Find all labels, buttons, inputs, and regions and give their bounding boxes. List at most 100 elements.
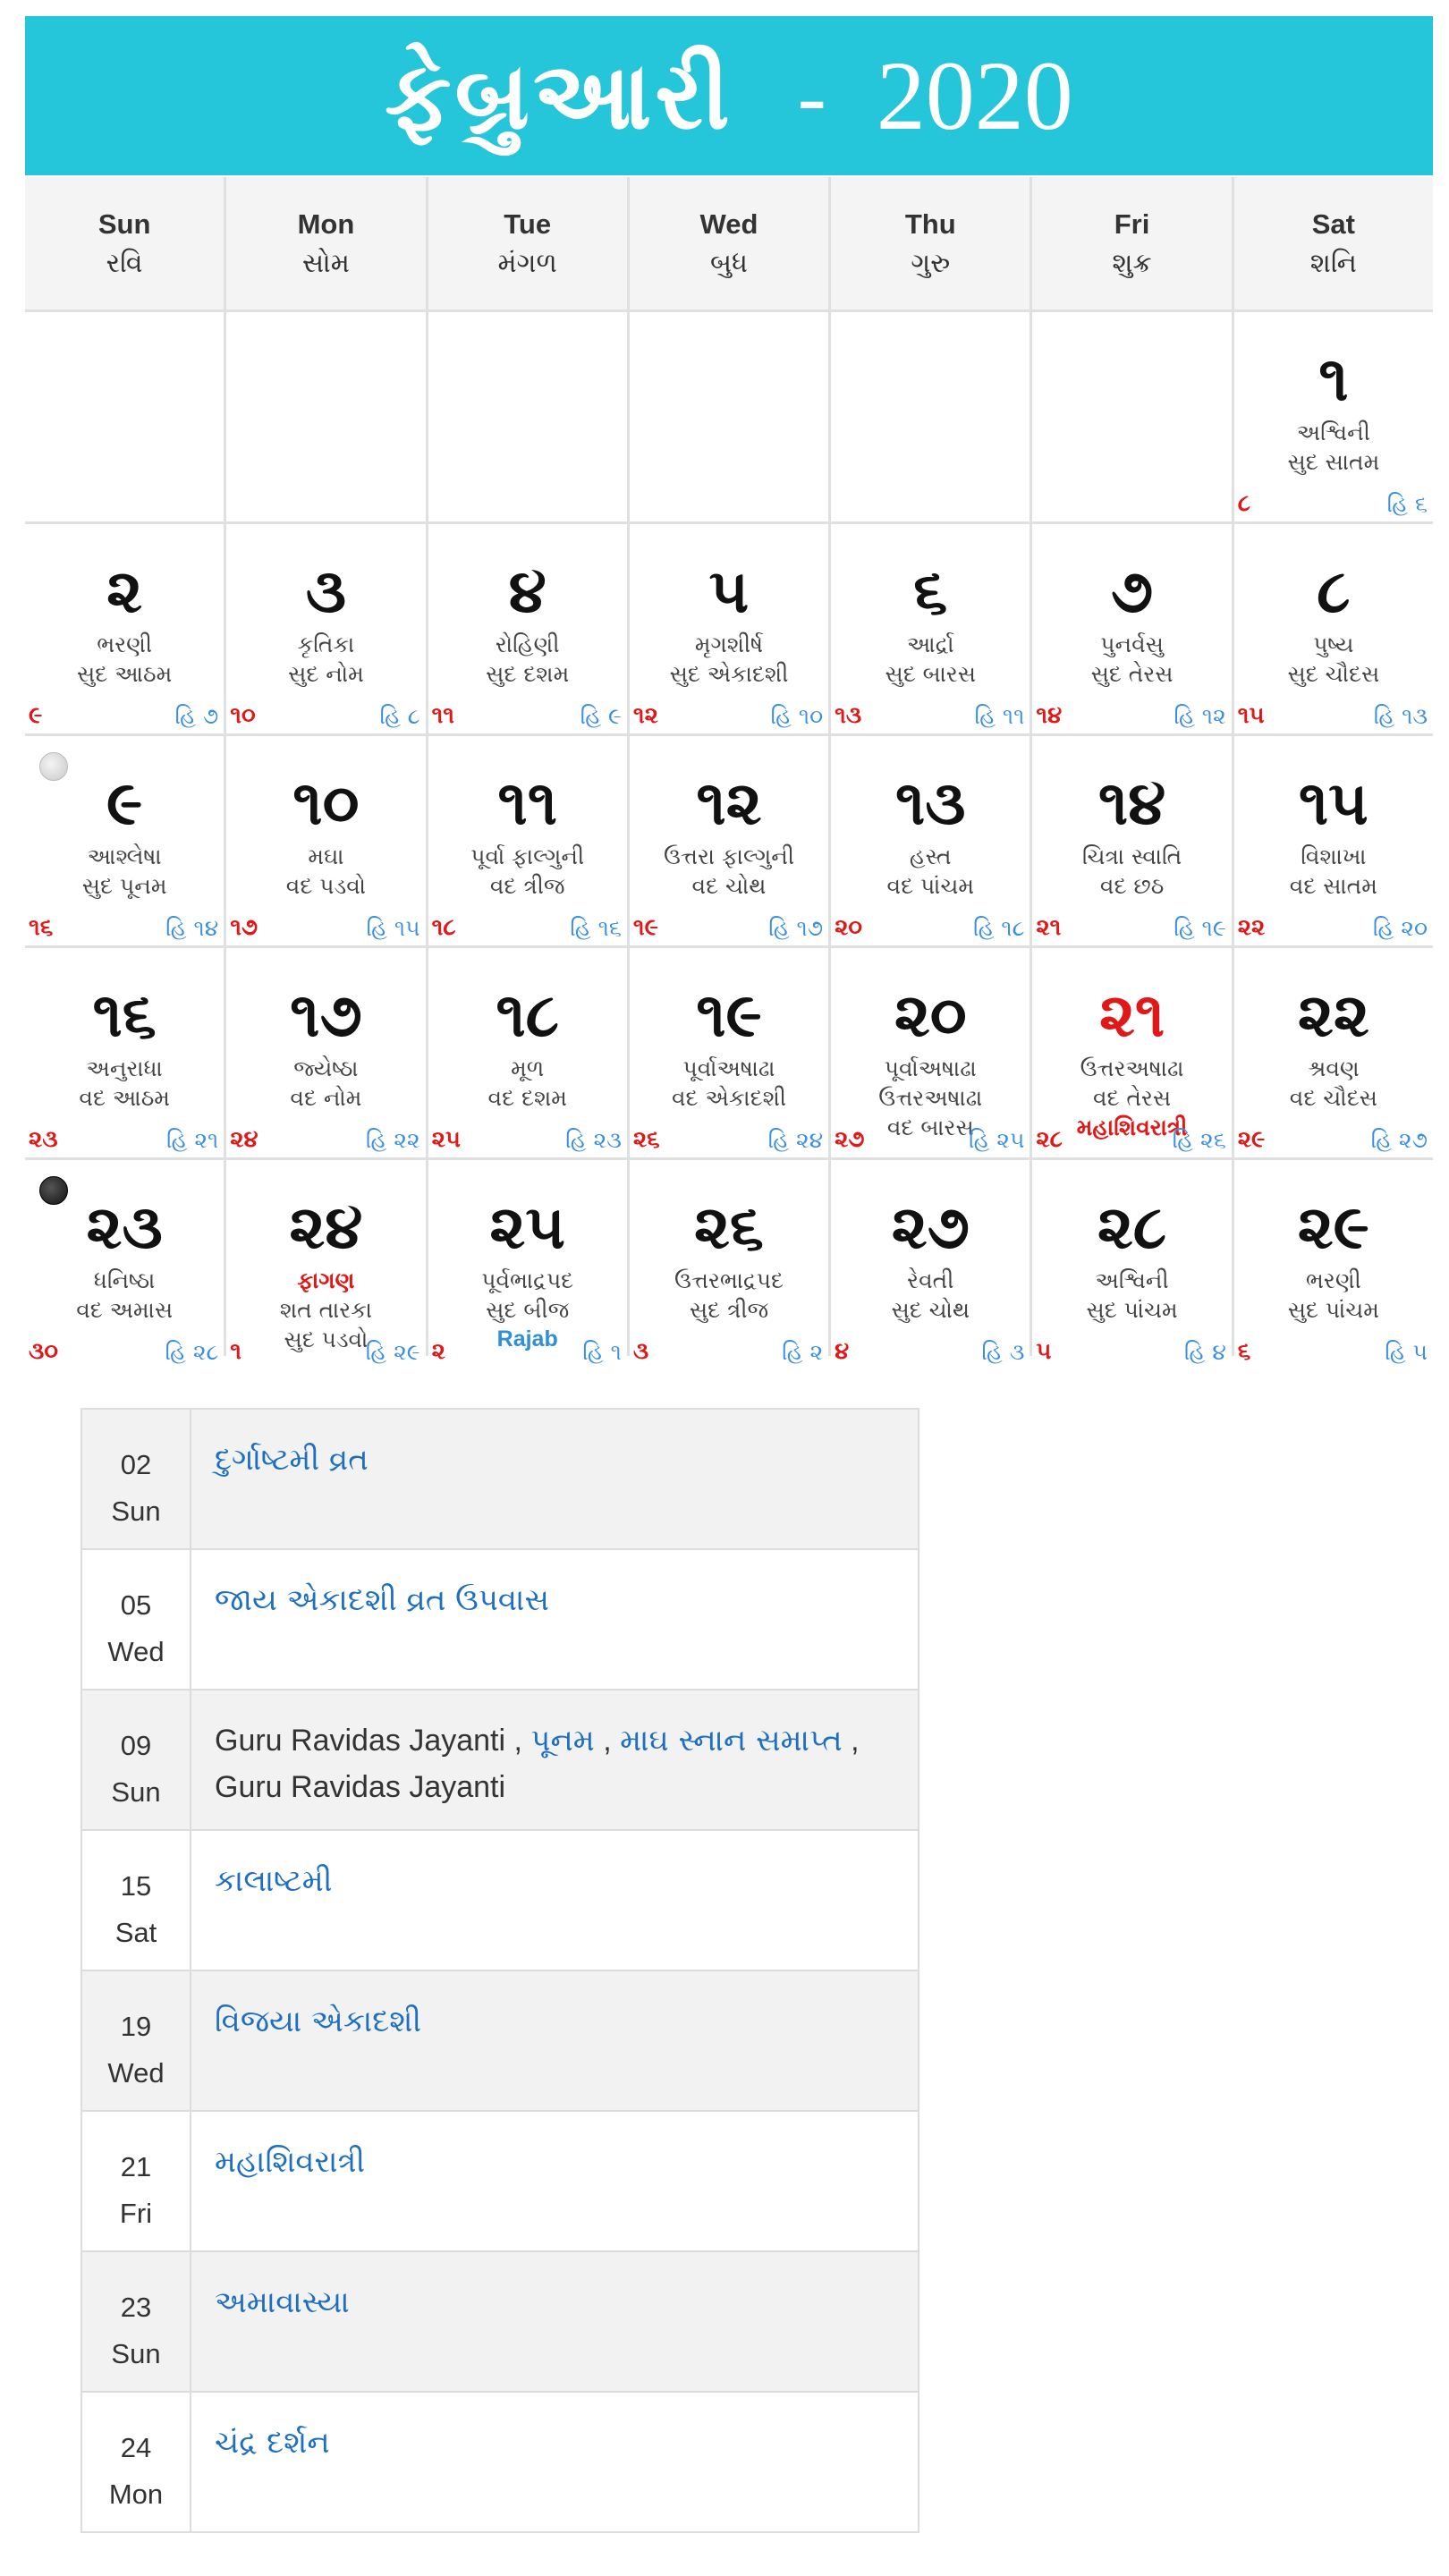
day-cell[interactable]: ૨૭ રેવતી સુદ ચોથ ૪ હિ ૩	[831, 1160, 1030, 1369]
day-cell[interactable]: ૧૩ હસ્ત વદ પાંચમ ૨૦ હિ ૧૮	[831, 736, 1030, 945]
month-title: ફેબ્રુઆરી	[385, 40, 733, 150]
day-detail-line: ચિત્રા સ્વાતિ	[1081, 843, 1182, 869]
event-description: અમાવાસ્યા	[191, 2252, 918, 2391]
weekday-header-wed: Wed બુધ	[629, 177, 829, 309]
day-cell[interactable]: ૨૫ પૂર્વભાદ્રપદ સુદ બીજ Rajab ૨ હિ ૧	[428, 1160, 627, 1369]
tithi-day-number: ૨૬	[632, 1126, 660, 1153]
event-link[interactable]: જાય એકાદશી વ્રત ઉપવાસ	[215, 1582, 549, 1618]
hijri-day-number: હિ ૩	[981, 1339, 1025, 1365]
event-row: 15 Sat કાલાષ્ટમી	[82, 1831, 918, 1971]
day-detail-line: અશ્વિની	[1095, 1267, 1169, 1293]
event-link[interactable]: માઘ સ્નાન સમાપ્ત	[620, 1723, 843, 1758]
day-cell[interactable]: ૧૦ મઘા વદ પડવો ૧૭ હિ ૧૫	[226, 736, 426, 945]
day-cell[interactable]: ૨૧ ઉત્તરઅષાઢા વદ તેરસ મહાશિવરાત્રી ૨૮ હિ ૨૬	[1032, 948, 1232, 1157]
day-detail-line: વિશાખા	[1301, 843, 1367, 869]
weekday-header-sat: Sat શનિ	[1233, 177, 1433, 309]
tithi-day-number: ૨૧	[1036, 914, 1062, 941]
day-detail-line: વદ છઠ	[1099, 873, 1165, 899]
day-detail-line: સુદ એકાદશી	[669, 661, 789, 687]
hijri-day-number: હિ ૨૯	[365, 1339, 420, 1365]
day-cell[interactable]: ૫ મૃગશીર્ષ સુદ એકાદશી ૧૨ હિ ૧૦	[629, 524, 829, 733]
day-cell[interactable]: ૩ કૃતિકા સુદ નોમ ૧૦ હિ ૮	[226, 524, 426, 733]
day-cell[interactable]: ૨ ભરણી સુદ આઠમ ૯ હિ ૭	[25, 524, 225, 733]
calendar-title-bar: ફેબ્રુઆરી - 2020	[25, 16, 1433, 175]
day-cell[interactable]: ૧ અશ્વિની સુદ સાતમ ૮ હિ ૬	[1233, 312, 1433, 521]
day-details: ધનિષ્ઠા વદ અમાસ	[25, 1266, 224, 1325]
hijri-day-number: હિ ૧૩	[1373, 703, 1428, 729]
day-cell[interactable]: ૧૨ ઉત્તરા ફાલ્ગુની વદ ચોથ ૧૯ હિ ૧૭	[629, 736, 829, 945]
tithi-day-number: ૨૨	[1237, 914, 1266, 941]
day-cell[interactable]: ૨૦ પૂર્વાઅષાઢા ઉત્તરઅષાઢા વદ બારસ ૨૭ હિ ૨૫	[831, 948, 1030, 1157]
event-description: દુર્ગાષ્ટમી વ્રત	[191, 1410, 918, 1548]
weekday-header-thu: Thu ગુરુ	[831, 177, 1030, 309]
hijri-day-number: હિ ૧૦	[770, 703, 824, 729]
day-number: ૧૧	[497, 768, 558, 839]
tithi-day-number: ૧૧	[431, 702, 455, 729]
day-detail-line: પુનર્વસુ	[1100, 631, 1164, 657]
day-detail-line: ધનિષ્ઠા	[93, 1267, 156, 1293]
day-details: મૂળ વદ દશમ	[428, 1054, 627, 1113]
day-cell[interactable]: ૪ રોહિણી સુદ દશમ ૧૧ હિ ૯	[428, 524, 627, 733]
day-number: ૬	[913, 556, 948, 627]
day-cell[interactable]: ૧૯ પૂર્વાઅષાઢા વદ એકાદશી ૨૬ હિ ૨૪	[629, 948, 829, 1157]
event-link[interactable]: ચંદ્ર દર્શન	[215, 2425, 330, 2461]
day-cell[interactable]: ૬ આર્દ્રા સુદ બારસ ૧૩ હિ ૧૧	[831, 524, 1030, 733]
day-detail-line: જ્યેષ્ઠા	[293, 1055, 359, 1081]
day-detail-line: વદ પાંચમ	[886, 873, 975, 899]
day-details: રેવતી સુદ ચોથ	[831, 1266, 1030, 1325]
hijri-day-number: હિ ૭	[174, 703, 219, 729]
day-cell[interactable]: ૨૮ અશ્વિની સુદ પાંચમ ૫ હિ ૪	[1032, 1160, 1232, 1369]
day-cell[interactable]: ૭ પુનર્વસુ સુદ તેરસ ૧૪ હિ ૧૨	[1032, 524, 1232, 733]
tithi-day-number: ૧૮	[431, 914, 456, 941]
day-number: ૨૫	[489, 1192, 565, 1263]
event-day: 15	[120, 1870, 152, 1902]
event-link[interactable]: દુર્ગાષ્ટમી વ્રત	[215, 1442, 369, 1478]
event-link[interactable]: વિજયા એકાદશી	[215, 2004, 421, 2039]
tithi-day-number: ૧૦	[230, 702, 256, 729]
day-detail-line: વદ દશમ	[487, 1085, 567, 1111]
event-date: 02 Sun	[82, 1410, 191, 1548]
weekday-en-label: Tue	[504, 208, 552, 240]
event-row: 23 Sun અમાવાસ્યા	[82, 2252, 918, 2393]
day-detail-line: વદ ચૌદસ	[1289, 1085, 1377, 1111]
day-details: પૂર્વાઅષાઢા વદ એકાદશી	[630, 1054, 828, 1113]
day-cell[interactable]: ૯ આશ્લેષા સુદ પૂનમ ૧૬ હિ ૧૪	[25, 736, 225, 945]
day-cell[interactable]: ૨૯ ભરણી સુદ પાંચમ ૬ હિ ૫	[1233, 1160, 1433, 1369]
weekday-gu-label: રવિ	[106, 247, 143, 279]
day-detail-line: સુદ ત્રીજ	[689, 1297, 769, 1323]
day-detail-line: મઘા	[308, 843, 344, 869]
day-number: ૧૦	[292, 768, 360, 839]
weekday-gu-label: શનિ	[1309, 247, 1357, 279]
event-row: 05 Wed જાય એકાદશી વ્રત ઉપવાસ	[82, 1550, 918, 1690]
tithi-day-number: ૯	[29, 702, 43, 729]
day-cell[interactable]: ૧૧ પૂર્વા ફાલ્ગુની વદ ત્રીજ ૧૮ હિ ૧૬	[428, 736, 627, 945]
hijri-day-number: હિ ૨૦	[1372, 915, 1428, 941]
hijri-day-number: હિ ૨૧	[165, 1127, 219, 1153]
day-detail-line: વદ એકાદશી	[671, 1085, 787, 1111]
event-weekday: Sat	[114, 1917, 157, 1948]
day-detail-line: કૃતિકા	[297, 631, 355, 657]
day-number: ૨૪	[289, 1192, 363, 1263]
event-link[interactable]: કાલાષ્ટમી	[215, 1863, 332, 1899]
day-cell[interactable]: ૨૬ ઉત્તરભાદ્રપદ સુદ ત્રીજ ૩ હિ ૨	[629, 1160, 829, 1369]
event-link[interactable]: અમાવાસ્યા	[215, 2284, 350, 2320]
day-cell[interactable]: ૨૪ ફાગણ શત તારકા સુદ પડવો ૧ હિ ૨૯	[226, 1160, 426, 1369]
event-date: 21 Fri	[82, 2112, 191, 2250]
event-day: 21	[120, 2151, 152, 2182]
day-details: ભરણી સુદ આઠમ	[25, 630, 224, 689]
day-cell[interactable]: ૧૪ ચિત્રા સ્વાતિ વદ છઠ ૨૧ હિ ૧૯	[1032, 736, 1232, 945]
hijri-day-number: હિ ૨૩	[565, 1127, 622, 1153]
month-grid: Sun રવિ Mon સોમ Tue મંગળ Wed બુધ Thu ગુરુ Fri શુક્ર…	[25, 177, 1433, 1369]
event-link[interactable]: મહાશિવરાત્રી	[215, 2144, 365, 2180]
day-cell[interactable]: ૨૩ ધનિષ્ઠા વદ અમાસ ૩૦ હિ ૨૮	[25, 1160, 225, 1369]
weekday-header-tue: Tue મંગળ	[428, 177, 627, 309]
day-cell[interactable]: ૨૨ શ્રવણ વદ ચૌદસ ૨૯ હિ ૨૭	[1233, 948, 1433, 1157]
day-detail-line: સુદ પાંચમ	[1086, 1297, 1178, 1323]
event-link[interactable]: પૂનમ	[530, 1723, 594, 1758]
day-cell[interactable]: ૧૬ અનુરાધા વદ આઠમ ૨૩ હિ ૨૧	[25, 948, 225, 1157]
day-cell[interactable]: ૧૫ વિશાખા વદ સાતમ ૨૨ હિ ૨૦	[1233, 736, 1433, 945]
day-cell[interactable]: ૮ પુષ્ય સુદ ચૌદસ ૧૫ હિ ૧૩	[1233, 524, 1433, 733]
day-cell[interactable]: ૧૭ જ્યેષ્ઠા વદ નોમ ૨૪ હિ ૨૨	[226, 948, 426, 1157]
day-cell[interactable]: ૧૮ મૂળ વદ દશમ ૨૫ હિ ૨૩	[428, 948, 627, 1157]
hijri-day-number: હિ ૧૨	[1174, 703, 1226, 729]
